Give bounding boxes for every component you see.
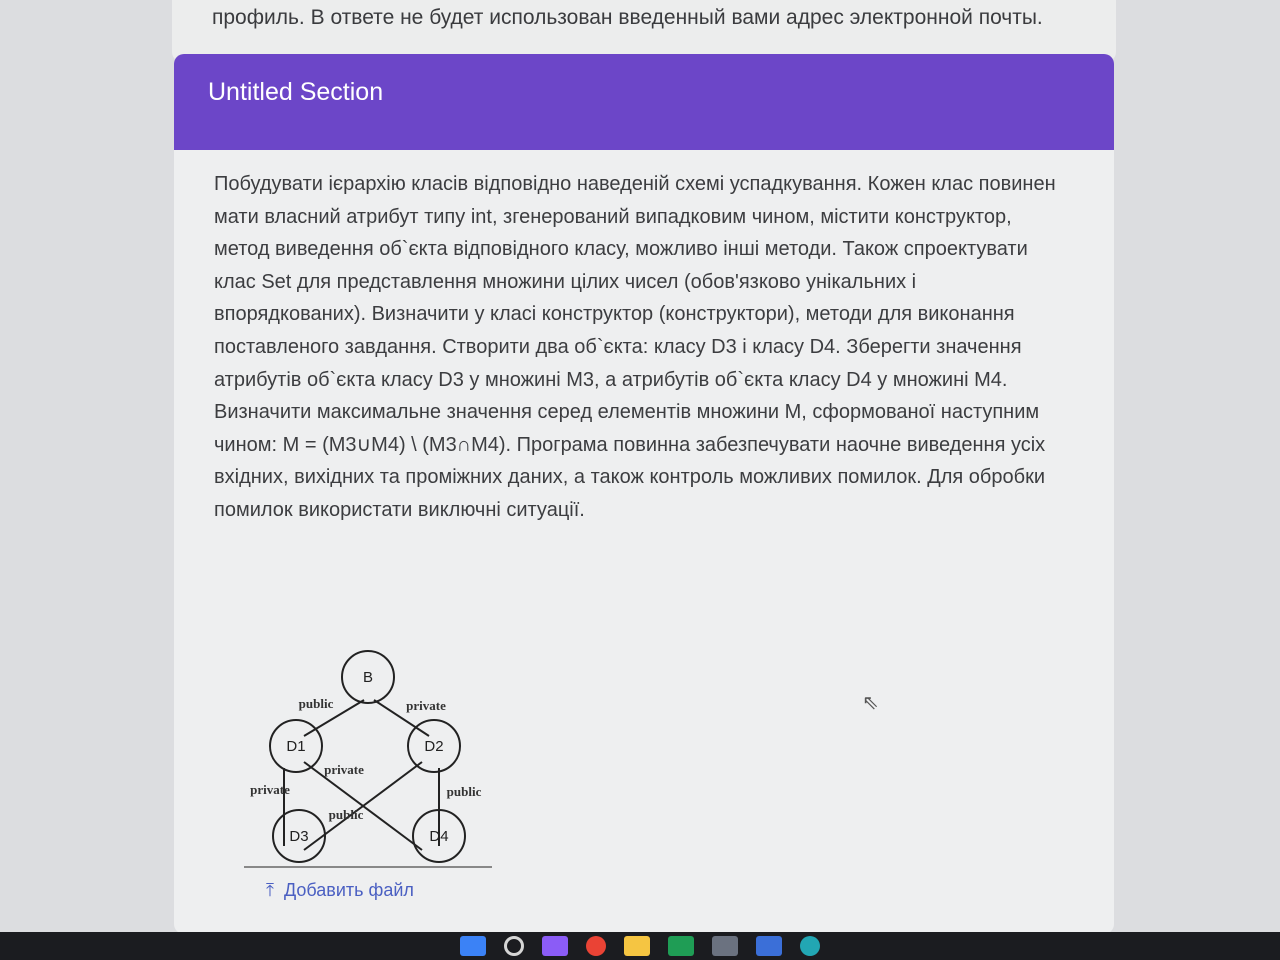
- edge-d1-d3-label: private: [250, 782, 290, 797]
- file-explorer-icon[interactable]: [624, 936, 650, 956]
- edge-d2-d4-label: public: [447, 784, 482, 799]
- chrome-icon[interactable]: [586, 936, 606, 956]
- email-notice: профиль. В ответе не будет использован в…: [212, 6, 1043, 29]
- taskbar: [0, 932, 1280, 960]
- mouse-cursor-icon: ⇖: [862, 692, 879, 714]
- upload-icon: ⤒: [266, 880, 274, 900]
- node-d2-label: D2: [424, 738, 443, 755]
- add-file-label: Добавить файл: [283, 880, 414, 900]
- edge-icon[interactable]: [800, 936, 820, 956]
- inheritance-diagram: B D1 D2 D3 D4 public private private pri…: [244, 644, 494, 874]
- edge-d1-d4-label: private: [324, 762, 364, 777]
- visual-studio-icon[interactable]: [542, 936, 568, 956]
- section-card: Untitled Section Побудувати ієрархію кла…: [174, 54, 1114, 934]
- app-icon[interactable]: [756, 936, 782, 956]
- calculator-icon[interactable]: [712, 936, 738, 956]
- pycharm-icon[interactable]: [668, 936, 694, 956]
- node-b-label: B: [363, 669, 373, 686]
- section-title: Untitled Section: [208, 78, 384, 106]
- windows-start-icon[interactable]: [460, 936, 486, 956]
- section-header: Untitled Section: [174, 54, 1114, 150]
- previous-question-card: профиль. В ответе не будет использован в…: [172, 0, 1116, 62]
- node-d3-label: D3: [289, 828, 308, 845]
- add-file-button[interactable]: ⤒ Добавить файл: [266, 880, 414, 901]
- search-icon[interactable]: [504, 936, 524, 956]
- edge-b-d2-label: private: [406, 698, 446, 713]
- node-d1-label: D1: [286, 738, 305, 755]
- section-description: Побудувати ієрархію класів відповідно на…: [214, 173, 1056, 521]
- edge-d2-d3-label: public: [329, 807, 364, 822]
- node-d4-label: D4: [429, 828, 448, 845]
- edge-b-d1-label: public: [299, 696, 334, 711]
